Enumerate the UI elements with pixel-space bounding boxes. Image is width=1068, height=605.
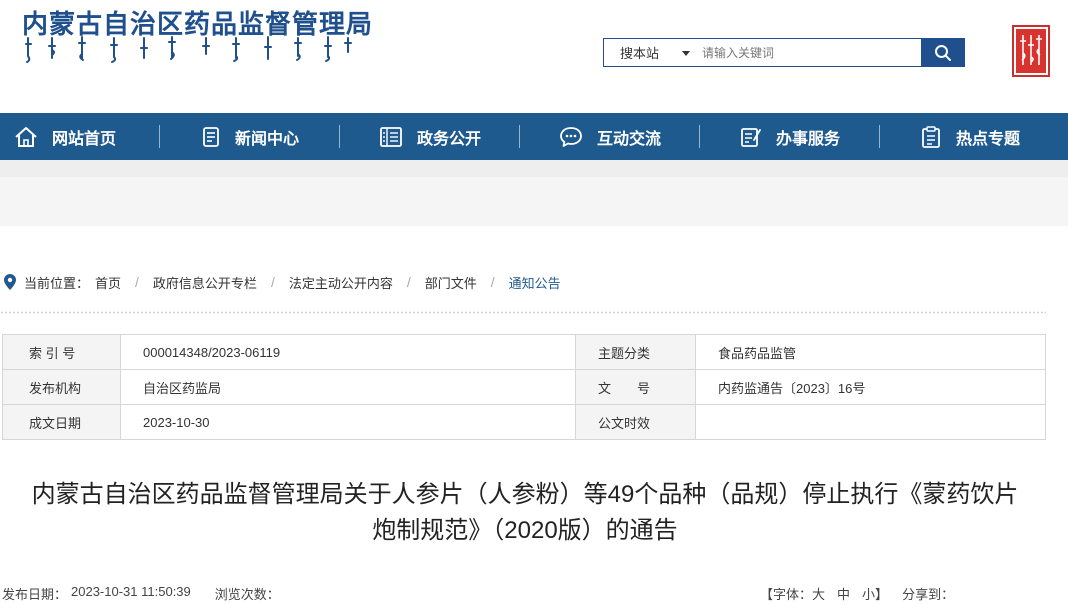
- breadcrumb-home[interactable]: 首页: [95, 273, 121, 292]
- share-label: 分享到：: [902, 587, 955, 602]
- article-title-line-1: 内蒙古自治区药品监督管理局关于人参片（人参粉）等49个品种（品规）停止执行《蒙药…: [31, 481, 1019, 508]
- chevron-down-icon: [682, 51, 690, 56]
- index-number-label: 索 引 号: [2, 334, 121, 370]
- mongolian-script-logo: [25, 36, 352, 63]
- publisher-label: 发布机构: [2, 369, 121, 405]
- view-count-label: 浏览次数：: [214, 587, 280, 602]
- font-size-medium[interactable]: 中: [837, 584, 850, 603]
- table-row: 索 引 号 000014348/2023-06119 主题分类 食品药品监管: [2, 334, 1046, 370]
- article-title: 内蒙古自治区药品监督管理局关于人参片（人参粉）等49个品种（品规）停止执行《蒙药…: [0, 477, 1050, 549]
- nav-item-label: 新闻中心: [234, 130, 299, 148]
- nav-item-label: 网站首页: [52, 130, 117, 148]
- font-size-large[interactable]: 大: [812, 584, 825, 603]
- nav-item-topics[interactable]: 热点专题: [880, 113, 1060, 160]
- main-nav: 网站首页 新闻中心 政务公开 互动交流 办事服务 热点专题: [0, 113, 1068, 160]
- dotted-divider: [0, 311, 1046, 314]
- document-number-label: 文 号: [575, 369, 696, 405]
- publish-date-label: 发布日期：: [2, 587, 68, 602]
- breadcrumb: 当前位置： 首页 / 政府信息公开专栏 / 法定主动公开内容 / 部门文件 / …: [0, 270, 561, 294]
- font-size-label: 【字体：: [760, 587, 813, 602]
- breadcrumb-dept-files[interactable]: 部门文件: [425, 273, 477, 292]
- home-icon: [15, 126, 37, 147]
- news-icon: [203, 126, 219, 147]
- nav-item-label: 热点专题: [955, 130, 1020, 148]
- search-scope-label: 搜本站: [620, 46, 660, 61]
- validity-value: [695, 404, 1046, 440]
- search-scope-select[interactable]: 搜本站: [604, 39, 696, 66]
- breadcrumb-notices[interactable]: 通知公告: [509, 273, 561, 292]
- chat-icon: [560, 126, 582, 147]
- nav-item-service[interactable]: 办事服务: [700, 113, 880, 160]
- publish-date-value: 2023-10-31 11:50:39: [71, 584, 191, 599]
- validity-label: 公文时效: [575, 404, 696, 440]
- sub-banner: [0, 177, 1068, 226]
- seal-glyph: [1020, 35, 1042, 65]
- nav-item-label: 办事服务: [775, 130, 840, 148]
- nav-spacer: [0, 160, 1068, 177]
- category-label: 主题分类: [575, 334, 696, 370]
- written-date-label: 成文日期: [2, 404, 121, 440]
- breadcrumb-statutory[interactable]: 法定主动公开内容: [289, 273, 393, 292]
- breadcrumb-separator: /: [135, 274, 139, 290]
- gov-open-icon: [380, 126, 402, 147]
- location-pin-icon: [4, 274, 16, 290]
- search-button[interactable]: [921, 38, 965, 67]
- search-icon: [935, 44, 951, 61]
- breadcrumb-prefix: 当前位置：: [24, 275, 90, 291]
- category-value: 食品药品监管: [695, 334, 1046, 370]
- search-input[interactable]: [696, 39, 921, 66]
- search-bar: 搜本站: [603, 38, 965, 67]
- breadcrumb-separator: /: [270, 274, 275, 290]
- font-size-small[interactable]: 小】: [862, 584, 888, 603]
- nav-item-interaction[interactable]: 互动交流: [520, 113, 700, 160]
- breadcrumb-separator: /: [406, 274, 411, 290]
- index-number-value: 000014348/2023-06119: [120, 334, 576, 370]
- breadcrumb-gov-info[interactable]: 政府信息公开专栏: [153, 273, 257, 292]
- service-icon: [741, 127, 761, 147]
- article-tools: 【字体： 大 中 小】 分享到：: [760, 584, 954, 603]
- breadcrumb-separator: /: [490, 274, 495, 290]
- nav-item-label: 互动交流: [596, 130, 661, 148]
- article-meta: 发布日期： 2023-10-31 11:50:39 浏览次数：: [2, 584, 288, 603]
- article-title-line-2: 炮制规范》（2020版）的通告: [372, 517, 678, 544]
- publisher-value: 自治区药监局: [120, 369, 576, 405]
- site-seal-logo: [1012, 25, 1050, 77]
- nav-item-home[interactable]: 网站首页: [0, 113, 160, 160]
- site-header: 内蒙古自治区药品监督管理局 搜本站: [0, 0, 1068, 113]
- nav-item-news[interactable]: 新闻中心: [160, 113, 340, 160]
- written-date-value: 2023-10-30: [120, 404, 576, 440]
- table-row: 发布机构 自治区药监局 文 号 内药监通告〔2023〕16号: [2, 369, 1046, 405]
- document-info-table: 索 引 号 000014348/2023-06119 主题分类 食品药品监管 发…: [2, 334, 1046, 440]
- topic-icon: [922, 125, 940, 148]
- seal-mark: [1016, 29, 1046, 73]
- nav-item-gov-open[interactable]: 政务公开: [340, 113, 520, 160]
- nav-item-label: 政务公开: [416, 130, 481, 148]
- document-number-value: 内药监通告〔2023〕16号: [695, 369, 1046, 405]
- table-row: 成文日期 2023-10-30 公文时效: [2, 404, 1046, 440]
